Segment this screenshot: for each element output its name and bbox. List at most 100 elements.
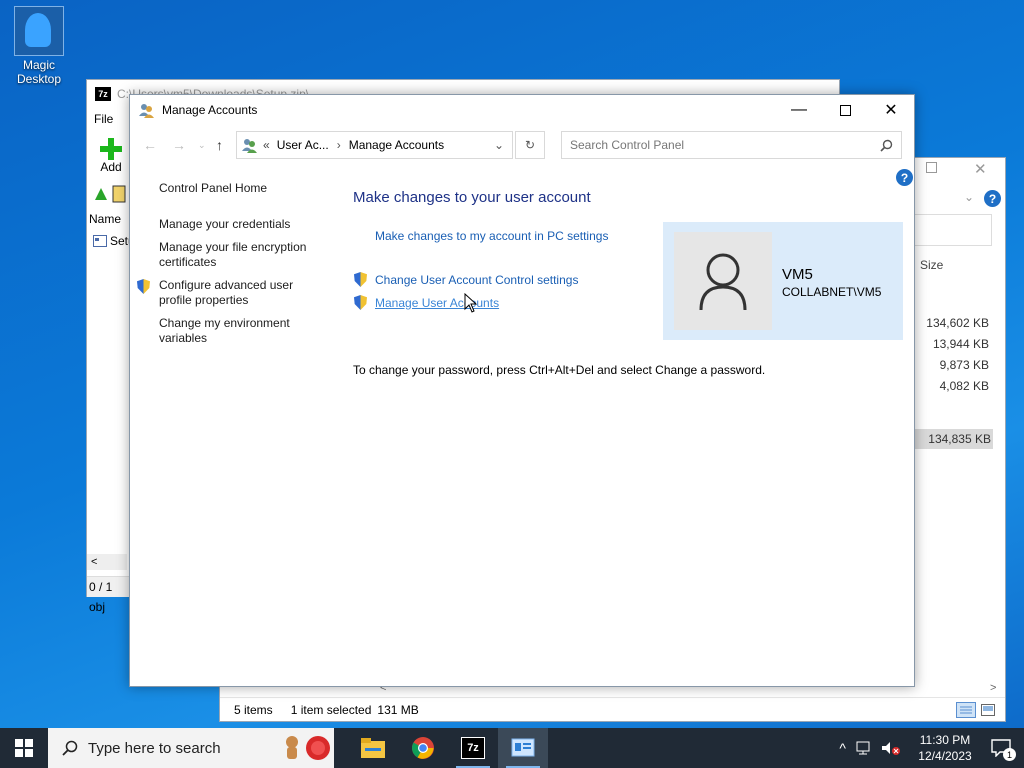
status-size: 131 MB <box>377 702 419 717</box>
7zip-horizontal-scrollbar[interactable]: < <box>87 554 127 570</box>
window-title: Manage Accounts <box>162 103 258 117</box>
volume-muted-icon[interactable] <box>880 740 902 756</box>
recent-locations-chevron-icon[interactable]: ⌄ <box>198 140 206 151</box>
taskbar-7zip[interactable]: 7z <box>448 728 498 768</box>
nav-environment-variables[interactable]: Change my environment variables <box>159 316 329 346</box>
explorer-scroll-right-icon[interactable]: > <box>990 682 996 694</box>
search-icon <box>62 740 78 756</box>
action-center-button[interactable]: 1 <box>978 728 1024 768</box>
nav-control-panel-home[interactable]: Control Panel Home <box>159 181 329 196</box>
explorer-statusbar: 5 items 1 item selected 131 MB <box>220 697 1005 721</box>
clock[interactable]: 11:30 PM 12/4/2023 <box>912 732 978 764</box>
system-tray: ^ 11:30 PM 12/4/2023 1 <box>839 728 1024 768</box>
breadcrumb-manage-accounts[interactable]: Manage Accounts <box>349 138 444 152</box>
up-arrow-icon[interactable]: ↑ <box>216 137 223 153</box>
chrome-icon <box>412 737 434 759</box>
7zip-logo-icon: 7z <box>95 87 111 101</box>
nav-file-encryption[interactable]: Manage your file encryption certificates <box>159 240 329 270</box>
file-size-2: 13,944 KB <box>932 337 989 351</box>
magic-desktop-shortcut[interactable]: Magic Desktop <box>8 6 70 86</box>
navigation-bar: ← → ⌄ ↑ « User Ac... › Manage Accounts ⌄… <box>130 131 914 161</box>
clock-time: 11:30 PM <box>919 733 971 747</box>
uac-shield-icon <box>137 279 150 294</box>
column-size-header[interactable]: Size <box>920 258 943 272</box>
address-bar[interactable]: « User Ac... › Manage Accounts ⌄ <box>236 131 513 159</box>
windows-logo-icon <box>15 739 33 757</box>
taskbar-file-explorer[interactable] <box>348 728 398 768</box>
user-avatar-icon <box>699 253 747 311</box>
nav-advanced-profile-label: Configure advanced user profile properti… <box>159 278 294 307</box>
back-arrow-icon[interactable]: ← <box>143 137 157 153</box>
user-account-panel: VM5 COLLABNET\VM5 <box>663 222 903 340</box>
refresh-button[interactable]: ↻ <box>515 131 545 159</box>
desktop-icon-label: Magic Desktop <box>16 58 62 86</box>
user-name: VM5 <box>782 266 813 283</box>
file-size-1: 134,602 KB <box>926 316 989 330</box>
help-icon[interactable]: ? <box>896 169 913 186</box>
file-size-3: 9,873 KB <box>939 358 989 372</box>
column-name-header[interactable]: Name <box>89 212 121 226</box>
link-pc-settings[interactable]: Make changes to my account in PC setting… <box>375 229 608 243</box>
page-heading: Make changes to your user account <box>353 189 591 206</box>
search-placeholder: Search Control Panel <box>570 138 685 152</box>
minimize-button[interactable]: — <box>776 95 822 125</box>
mouse-cursor-icon <box>464 293 477 313</box>
status-selected: 1 item selected <box>290 702 372 717</box>
link-manage-users-row[interactable]: Manage User Accounts <box>354 295 499 310</box>
user-avatar <box>674 232 772 330</box>
refresh-icon: ↻ <box>524 138 536 152</box>
nav-advanced-profile[interactable]: Configure advanced user profile properti… <box>159 278 329 308</box>
taskbar-chrome[interactable] <box>398 728 448 768</box>
notification-count-badge: 1 <box>1003 748 1016 761</box>
taskbar-search-box[interactable]: Type here to search <box>48 728 334 768</box>
show-hidden-icons-chevron-icon[interactable]: ^ <box>839 740 846 756</box>
magic-desktop-icon <box>14 6 64 56</box>
user-accounts-icon <box>139 104 154 118</box>
search-highlight-icon[interactable] <box>280 733 330 763</box>
taskbar: Type here to search 7z ^ 11:30 PM 12/4/2… <box>0 728 1024 768</box>
explorer-close-icon[interactable]: ✕ <box>974 160 987 178</box>
chevron-down-icon[interactable]: ⌄ <box>964 190 974 204</box>
link-uac-settings[interactable]: Change User Account Control settings <box>375 273 578 287</box>
breadcrumb-separator-icon: › <box>336 138 341 152</box>
start-button[interactable] <box>0 728 48 768</box>
clock-date: 12/4/2023 <box>918 749 972 763</box>
scroll-left-arrow-icon[interactable]: < <box>87 556 97 568</box>
maximize-button[interactable] <box>822 95 868 125</box>
manage-accounts-window[interactable]: Manage Accounts — ✕ ← → ⌄ ↑ « User Ac...… <box>129 94 915 687</box>
explorer-maximize-icon[interactable] <box>926 162 938 177</box>
file-explorer-icon <box>361 738 385 758</box>
7zip-folder-toolbar <box>91 184 131 204</box>
file-icon <box>93 235 107 247</box>
file-size-4: 4,082 KB <box>939 379 989 393</box>
close-button[interactable]: ✕ <box>868 95 914 125</box>
uac-shield-icon <box>354 272 367 287</box>
link-uac-row[interactable]: Change User Account Control settings <box>354 272 578 287</box>
selected-file-size[interactable]: 134,835 KB <box>911 429 993 449</box>
breadcrumb-user-accounts[interactable]: User Ac... <box>277 138 329 152</box>
link-manage-user-accounts[interactable]: Manage User Accounts <box>375 296 499 310</box>
search-control-panel-input[interactable]: Search Control Panel <box>561 131 902 159</box>
add-plus-icon <box>100 138 122 160</box>
taskbar-search-placeholder: Type here to search <box>88 739 221 757</box>
explorer-search-box[interactable] <box>914 214 992 246</box>
address-dropdown-chevron-icon[interactable]: ⌄ <box>494 138 504 152</box>
nav-manage-credentials[interactable]: Manage your credentials <box>159 217 329 232</box>
search-icon <box>880 139 893 152</box>
network-icon[interactable] <box>856 740 874 756</box>
details-view-icon[interactable] <box>956 702 976 721</box>
add-label: Add <box>100 160 122 174</box>
forward-arrow-icon[interactable]: → <box>172 137 186 153</box>
folder-up-icon[interactable] <box>91 184 131 204</box>
menu-file[interactable]: File <box>94 112 113 126</box>
taskbar-control-panel[interactable] <box>498 728 548 768</box>
7zip-add-button[interactable]: Add <box>97 138 125 174</box>
left-navigation-pane: Control Panel Home Manage your credentia… <box>159 181 329 354</box>
7zip-status: 0 / 1 obj <box>87 576 129 614</box>
password-note: To change your password, press Ctrl+Alt+… <box>353 363 766 377</box>
breadcrumb-overflow[interactable]: « <box>263 138 270 152</box>
help-icon[interactable]: ? <box>984 190 1001 207</box>
control-panel-icon <box>242 139 257 153</box>
large-icons-view-icon[interactable] <box>980 702 996 721</box>
manage-accounts-titlebar[interactable]: Manage Accounts — ✕ <box>130 95 914 125</box>
